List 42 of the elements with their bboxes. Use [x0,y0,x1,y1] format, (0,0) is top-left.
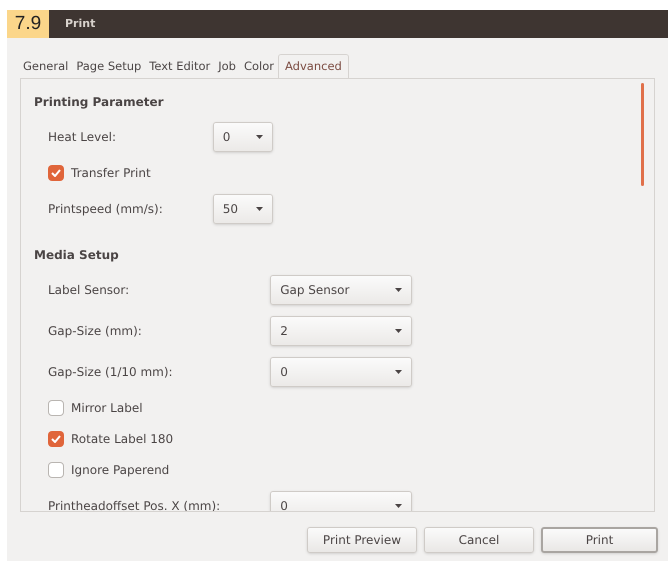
tab[interactable]: Page Setup [72,56,146,78]
checkmark-icon [51,434,61,442]
caret-icon [256,206,263,210]
field-label: Gap-Size (mm): [48,322,143,340]
checkmark-icon [51,168,61,176]
checkbox-label: Rotate Label 180 [71,430,174,448]
dropdown[interactable]: 0 [270,490,412,511]
tab[interactable]: Advanced [278,54,349,79]
section-heading: Printing Parameter [34,94,165,111]
tab[interactable]: Color [240,56,278,78]
checkbox[interactable] [48,430,64,446]
dialog-button[interactable]: Print Preview [307,527,417,553]
dropdown[interactable]: Gap Sensor [270,274,412,304]
field-label: Label Sensor: [48,282,130,298]
checkbox[interactable] [48,400,64,416]
section-heading: Media Setup [34,247,120,264]
caret-icon [395,370,402,374]
tab[interactable]: General [19,56,72,78]
caret-icon [395,328,402,332]
dropdown[interactable]: 0 [270,356,412,386]
dropdown[interactable]: 2 [270,316,412,346]
field-label: Heat Level: [48,128,117,146]
figure-label: 7.9 [7,10,49,38]
tab[interactable]: Text Editor [145,56,214,78]
checkbox-label: Transfer Print [71,164,151,182]
checkbox-label: Ignore Paperend [71,462,170,478]
window-title: Print [65,16,96,32]
dropdown[interactable]: 50 [212,194,273,224]
caret-icon [395,504,402,508]
field-label: Gap-Size (1/10 mm): [48,364,174,380]
checkbox-label: Mirror Label [71,400,143,416]
tab[interactable]: Job [214,56,240,78]
caret-icon [256,134,263,138]
dialog-button[interactable]: Print [541,527,658,553]
dropdown[interactable]: 0 [212,122,273,152]
checkbox[interactable] [48,164,64,180]
field-label: Printspeed (mm/s): [48,200,163,218]
scrollbar[interactable] [641,83,644,186]
dialog-button[interactable]: Cancel [424,527,534,553]
checkbox[interactable] [48,462,64,478]
caret-icon [395,288,402,292]
field-label: Printheadoffset Pos. X (mm): [48,498,220,511]
